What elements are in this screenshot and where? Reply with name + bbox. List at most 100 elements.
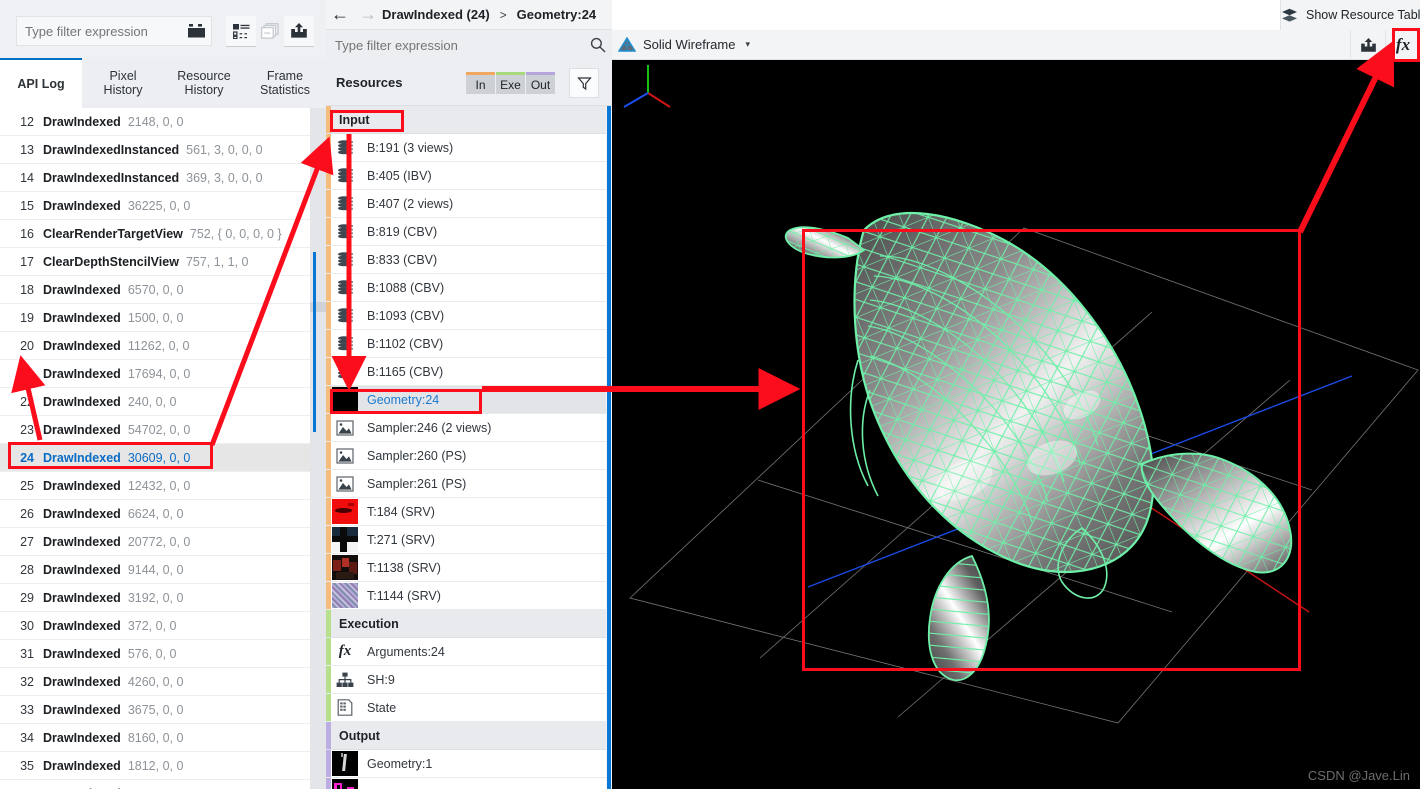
api-log-row[interactable]: 24 DrawIndexed 30609, 0, 0 <box>0 444 310 472</box>
resource-row[interactable]: B:191 (3 views) <box>326 134 606 162</box>
tab-frame-statistics-line2: Statistics <box>259 83 310 97</box>
resource-row[interactable]: Geometry:24 <box>326 386 606 414</box>
camera-icon[interactable] <box>182 16 212 46</box>
resource-section-title: Input <box>339 112 370 127</box>
resource-row[interactable]: Sampler:246 (2 views) <box>326 414 606 442</box>
api-log-row[interactable]: 32 DrawIndexed 4260, 0, 0 <box>0 668 310 696</box>
show-resource-table-bar[interactable]: Show Resource Table <box>1280 0 1420 30</box>
api-row-name: DrawIndexed <box>43 562 121 577</box>
api-log-row[interactable]: 16 ClearRenderTargetView 752, { 0, 0, 0, 0… <box>0 220 310 248</box>
fx-button[interactable]: fx <box>1385 30 1420 60</box>
resource-row[interactable]: T:1144 (SRV) <box>326 582 606 610</box>
api-log-row[interactable]: 29 DrawIndexed 3192, 0, 0 <box>0 584 310 612</box>
api-log-row[interactable]: 15 DrawIndexed 36225, 0, 0 <box>0 192 310 220</box>
tab-api-log[interactable]: API Log <box>0 58 82 108</box>
api-log-row[interactable]: 22 DrawIndexed 240, 0, 0 <box>0 388 310 416</box>
api-log-scrollbar-track[interactable] <box>310 108 326 789</box>
resource-label: B:405 (IBV) <box>367 168 432 183</box>
chevron-down-icon[interactable]: ▾ <box>745 39 750 50</box>
section-color-bar <box>326 722 331 749</box>
resource-row[interactable]: B:405 (IBV) <box>326 162 606 190</box>
geometry-viewport[interactable]: CSDN @Jave.Lin <box>612 60 1420 789</box>
search-icon[interactable] <box>584 37 612 53</box>
breadcrumb-current[interactable]: Geometry:24 <box>517 7 596 22</box>
resource-row[interactable]: B:1165 (CBV) <box>326 358 606 386</box>
resource-section-header[interactable]: Execution <box>326 610 606 638</box>
filter-segment-exe[interactable]: Exe <box>496 72 525 94</box>
resource-row[interactable]: B:407 (2 views) <box>326 190 606 218</box>
resource-row[interactable]: Sampler:261 (PS) <box>326 470 606 498</box>
resource-row[interactable]: T:184 (SRV) <box>326 498 606 526</box>
resource-label: Sampler:260 (PS) <box>367 448 467 463</box>
api-row-args: 36225, 0, 0 <box>127 198 191 213</box>
resource-section-header[interactable]: Input <box>326 106 606 134</box>
funnel-filter-icon[interactable] <box>569 68 599 98</box>
resource-row[interactable]: SH:9 <box>326 666 606 694</box>
api-log-row[interactable]: 27 DrawIndexed 20772, 0, 0 <box>0 528 310 556</box>
sampler-icon <box>331 442 359 469</box>
buffer-icon <box>331 302 359 329</box>
api-log-row[interactable]: 30 DrawIndexed 372, 0, 0 <box>0 612 310 640</box>
api-log-row[interactable]: 21 DrawIndexed 17694, 0, 0 <box>0 360 310 388</box>
api-log-row[interactable]: 14 DrawIndexedInstanced 369, 3, 0, 0, 0 <box>0 164 310 192</box>
geometry-out-thumb <box>331 750 359 777</box>
resource-row[interactable]: State <box>326 694 606 722</box>
api-log-row[interactable]: 36DrawIndexed3692, 0, 0 <box>0 780 310 789</box>
resource-filter-input[interactable] <box>326 36 584 54</box>
resource-row[interactable]: B:833 (CBV) <box>326 246 606 274</box>
resource-tree[interactable]: Input B:191 (3 views) B:405 (IBV) B:407 (2 … <box>326 106 606 789</box>
api-log-row[interactable]: 20 DrawIndexed 11262, 0, 0 <box>0 332 310 360</box>
api-log-row[interactable]: 13 DrawIndexedInstanced 561, 3, 0, 0, 0 <box>0 136 310 164</box>
api-log-row[interactable]: 12 DrawIndexed 2148, 0, 0 <box>0 108 310 136</box>
sampler-icon <box>331 414 359 441</box>
api-log-row[interactable]: 17 ClearDepthStencilView 757, 1, 1, 0 <box>0 248 310 276</box>
resource-section-header[interactable]: Output <box>326 722 606 750</box>
api-log-row[interactable]: 25 DrawIndexed 12432, 0, 0 <box>0 472 310 500</box>
api-log-row[interactable]: 23 DrawIndexed 54702, 0, 0 <box>0 416 310 444</box>
api-log-row[interactable]: 18 DrawIndexed 6570, 0, 0 <box>0 276 310 304</box>
resource-row[interactable]: B:1093 (CBV) <box>326 302 606 330</box>
resource-label: B:191 (3 views) <box>367 140 454 155</box>
resource-row[interactable]: Sampler:260 (PS) <box>326 442 606 470</box>
api-log-row[interactable]: 28 DrawIndexed 9144, 0, 0 <box>0 556 310 584</box>
tab-pixel-history[interactable]: Pixel History <box>82 58 164 108</box>
detail-list-icon[interactable] <box>226 16 256 47</box>
resource-filter-bar[interactable] <box>326 30 612 60</box>
tab-frame-statistics-line1: Frame <box>266 69 304 83</box>
buffer-icon <box>331 274 359 301</box>
resource-scrollbar-thumb[interactable] <box>607 106 611 789</box>
filter-segment-out[interactable]: Out <box>526 72 555 94</box>
resource-row[interactable]: B:819 (CBV) <box>326 218 606 246</box>
api-log-scrollbar-thumb[interactable] <box>313 252 316 432</box>
api-log-row[interactable]: 26 DrawIndexed 6624, 0, 0 <box>0 500 310 528</box>
back-arrow-icon[interactable]: ← <box>326 0 354 30</box>
resource-row[interactable]: T:271 (SRV) <box>326 526 606 554</box>
filter-segment-in[interactable]: In <box>466 72 495 94</box>
resource-label: T:184 (SRV) <box>367 504 435 519</box>
api-log-list[interactable]: 12 DrawIndexed 2148, 0, 0 13 DrawIndexedInst… <box>0 108 310 789</box>
resource-row[interactable]: fx Arguments:24 <box>326 638 606 666</box>
breadcrumb-parent[interactable]: DrawIndexed (24) <box>382 7 490 22</box>
api-row-name: DrawIndexed <box>43 534 121 549</box>
resource-label: B:407 (2 views) <box>367 196 454 211</box>
resource-row[interactable] <box>326 778 606 789</box>
tab-resource-history[interactable]: Resource History <box>164 58 244 108</box>
api-log-row[interactable]: 35 DrawIndexed 1812, 0, 0 <box>0 752 310 780</box>
layers-icon <box>1282 8 1297 22</box>
api-log-row[interactable]: 34 DrawIndexed 8160, 0, 0 <box>0 724 310 752</box>
resource-row[interactable]: B:1088 (CBV) <box>326 274 606 302</box>
api-log-row[interactable]: 31 DrawIndexed 576, 0, 0 <box>0 640 310 668</box>
export-icon[interactable] <box>1350 30 1385 60</box>
resource-row[interactable]: T:1138 (SRV) <box>326 554 606 582</box>
copy-icon[interactable] <box>255 16 285 46</box>
export-icon[interactable] <box>284 16 314 47</box>
api-log-row[interactable]: 19 DrawIndexed 1500, 0, 0 <box>0 304 310 332</box>
tab-pixel-history-line1: Pixel <box>109 69 137 83</box>
wireframe-mode-dropdown[interactable]: Solid Wireframe ▾ <box>612 30 756 60</box>
tab-resource-history-line2: History <box>184 83 224 97</box>
resource-row[interactable]: Geometry:1 <box>326 750 606 778</box>
tab-frame-statistics[interactable]: Frame Statistics <box>244 58 326 108</box>
api-log-row[interactable]: 33 DrawIndexed 3675, 0, 0 <box>0 696 310 724</box>
resource-row[interactable]: B:1102 (CBV) <box>326 330 606 358</box>
forward-arrow-icon[interactable]: → <box>354 0 382 30</box>
